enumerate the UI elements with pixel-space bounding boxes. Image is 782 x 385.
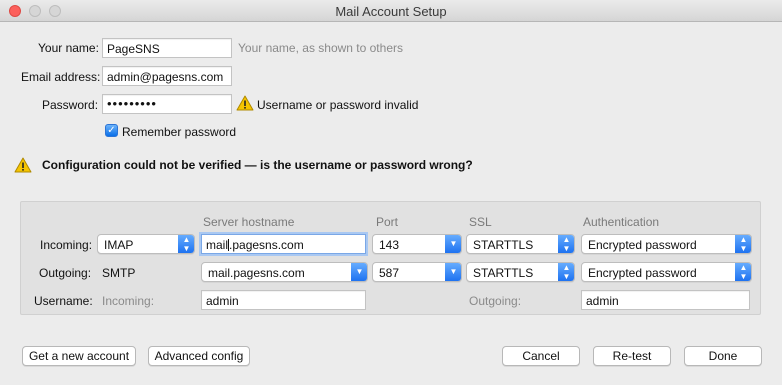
advanced-config-button[interactable]: Advanced config xyxy=(148,346,250,366)
email-label: Email address: xyxy=(21,70,101,84)
chevron-down-icon: ▼ xyxy=(445,235,461,253)
password-error: Username or password invalid xyxy=(257,98,419,112)
incoming-username-field[interactable]: admin xyxy=(201,290,366,310)
incoming-port-value: 143 xyxy=(379,238,400,252)
checkmark-icon: ✓ xyxy=(107,125,116,136)
remember-password-checkbox[interactable]: ✓ xyxy=(105,124,118,137)
password-label: Password: xyxy=(42,98,99,112)
incoming-hostname-text-start: mail xyxy=(206,238,229,252)
password-field[interactable]: ••••••••• xyxy=(102,94,232,114)
cancel-button[interactable]: Cancel xyxy=(502,346,580,366)
outgoing-port-value: 587 xyxy=(379,266,400,280)
username-outgoing-label: Outgoing: xyxy=(469,294,522,308)
username-label: Username: xyxy=(34,294,93,308)
incoming-protocol-value: IMAP xyxy=(104,238,134,252)
outgoing-ssl-value: STARTTLS xyxy=(473,266,534,280)
incoming-hostname-text-end: .pagesns.com xyxy=(229,238,304,252)
outgoing-authentication-select[interactable]: Encrypted password ▲ ▼ xyxy=(581,262,752,282)
ssl-column-header: SSL xyxy=(469,215,492,229)
name-hint: Your name, as shown to others xyxy=(238,41,403,55)
incoming-hostname-input[interactable]: mail.pagesns.com xyxy=(201,234,366,254)
chevron-down-icon: ▼ xyxy=(445,263,461,281)
outgoing-protocol: SMTP xyxy=(102,266,136,280)
incoming-ssl-select[interactable]: STARTTLS ▲ ▼ xyxy=(466,234,575,254)
outgoing-username-field[interactable]: admin xyxy=(581,290,750,310)
incoming-authentication-select[interactable]: Encrypted password ▲ ▼ xyxy=(581,234,752,254)
outgoing-ssl-select[interactable]: STARTTLS ▲ ▼ xyxy=(466,262,575,282)
chevron-updown-icon: ▲ ▼ xyxy=(558,263,574,281)
chevron-updown-icon: ▲ ▼ xyxy=(558,235,574,253)
incoming-protocol-select[interactable]: IMAP ▲ ▼ xyxy=(97,234,195,254)
chevron-updown-icon: ▲ ▼ xyxy=(735,263,751,281)
outgoing-hostname-select[interactable]: mail.pagesns.com ▼ xyxy=(201,262,368,282)
chevron-updown-icon: ▲ ▼ xyxy=(735,235,751,253)
get-new-account-button[interactable]: Get a new account xyxy=(22,346,136,366)
outgoing-port-select[interactable]: 587 ▼ xyxy=(372,262,462,282)
incoming-authentication-value: Encrypted password xyxy=(588,238,697,252)
chevron-updown-icon: ▲ ▼ xyxy=(178,235,194,253)
warning-icon xyxy=(236,95,254,111)
retest-button[interactable]: Re-test xyxy=(593,346,671,366)
incoming-label: Incoming: xyxy=(40,238,93,252)
port-column-header: Port xyxy=(376,215,399,229)
incoming-port-select[interactable]: 143 ▼ xyxy=(372,234,462,254)
username-incoming-label: Incoming: xyxy=(102,294,155,308)
done-button[interactable]: Done xyxy=(684,346,762,366)
name-label: Your name: xyxy=(38,41,99,55)
email-field[interactable]: admin@pagesns.com xyxy=(102,66,232,86)
outgoing-authentication-value: Encrypted password xyxy=(588,266,697,280)
alert-message: Configuration could not be verified — is… xyxy=(42,158,473,172)
warning-icon xyxy=(14,157,32,173)
hostname-column-header: Server hostname xyxy=(203,215,295,229)
outgoing-label: Outgoing: xyxy=(39,266,92,280)
name-field[interactable]: PageSNS xyxy=(102,38,232,58)
authentication-column-header: Authentication xyxy=(583,215,660,229)
chevron-down-icon: ▼ xyxy=(351,263,367,281)
window-title: Mail Account Setup xyxy=(335,4,447,19)
outgoing-hostname-value: mail.pagesns.com xyxy=(208,266,305,280)
incoming-ssl-value: STARTTLS xyxy=(473,238,534,252)
remember-password-label: Remember password xyxy=(122,125,237,139)
title-bar: Mail Account Setup xyxy=(0,0,782,22)
